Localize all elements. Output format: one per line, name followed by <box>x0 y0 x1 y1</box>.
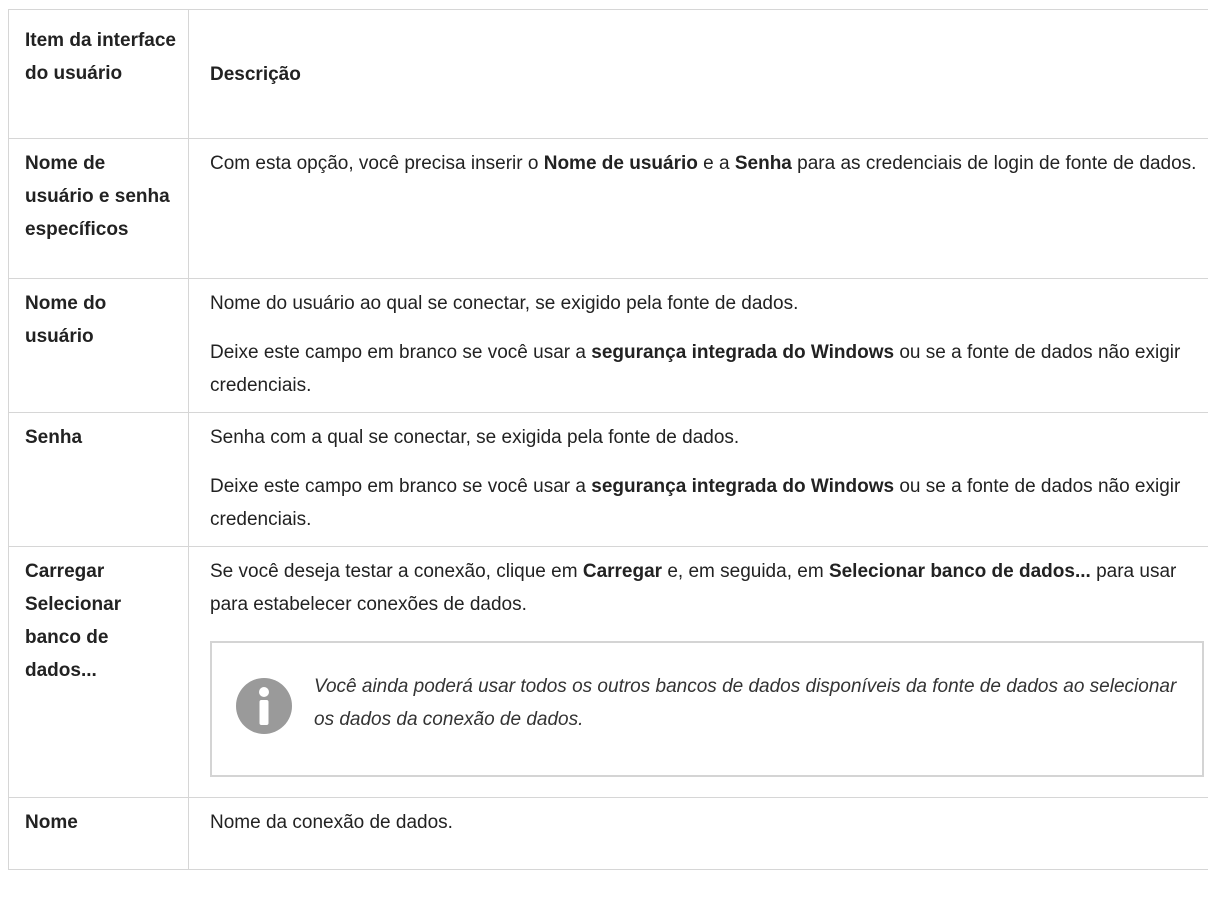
note-text: Você ainda poderá usar todos os outros b… <box>314 676 1177 730</box>
row-item-label: Senha <box>8 412 189 547</box>
note-box: Você ainda poderá usar todos os outros b… <box>210 641 1204 777</box>
description-paragraph: Senha com a qual se conectar, se exigida… <box>210 427 740 448</box>
bold-term: segurança integrada do Windows <box>591 476 895 497</box>
table-row: Senha Senha com a qual se conectar, se e… <box>8 412 1208 547</box>
text-run: Com esta opção, você precisa inserir o <box>210 153 544 174</box>
description-paragraph: Nome da conexão de dados. <box>210 812 453 833</box>
text-run: Deixe este campo em branco se você usar … <box>210 476 592 497</box>
table-row: Nome de usuário e senha específicos Com … <box>8 138 1208 279</box>
ui-items-table: Item da interface do usuário Descrição N… <box>8 9 1208 870</box>
bold-term: Selecionar banco de dados... <box>828 561 1091 582</box>
description-paragraph: Com esta opção, você precisa inserir o N… <box>210 147 1208 180</box>
header-item-column: Item da interface do usuário <box>8 9 189 139</box>
bold-term: segurança integrada do Windows <box>591 342 895 363</box>
text-run: Deixe este campo em branco se você usar … <box>210 342 592 363</box>
table-row: Nome Nome da conexão de dados. <box>8 797 1208 870</box>
text-run: Se você deseja testar a conexão, clique … <box>210 561 583 582</box>
bold-term: Senha <box>734 153 792 174</box>
table-row: Nome do usuário Nome do usuário ao qual … <box>8 278 1208 413</box>
row-description: Nome da conexão de dados. <box>188 797 1208 870</box>
header-description-column: Descrição <box>188 9 1208 139</box>
row-item-label: Nome de usuário e senha específicos <box>8 138 189 279</box>
text-run: para as credenciais de login de fonte de… <box>791 153 1197 174</box>
row-description: Se você deseja testar a conexão, clique … <box>188 546 1208 798</box>
text-run: e, em seguida, em <box>662 561 829 582</box>
row-description: Nome do usuário ao qual se conectar, se … <box>188 278 1208 413</box>
info-icon <box>236 678 292 734</box>
row-item-label: Carregar Selecionar banco de dados... <box>8 546 189 798</box>
description-paragraph: Deixe este campo em branco se você usar … <box>210 336 1208 402</box>
text-run: e a <box>697 153 735 174</box>
table-row: Carregar Selecionar banco de dados... Se… <box>8 546 1208 798</box>
table-header-row: Item da interface do usuário Descrição <box>8 9 1208 139</box>
row-item-label: Nome do usuário <box>8 278 189 413</box>
description-paragraph: Nome do usuário ao qual se conectar, se … <box>210 293 799 314</box>
bold-term: Nome de usuário <box>543 153 698 174</box>
row-description: Senha com a qual se conectar, se exigida… <box>188 412 1208 547</box>
description-paragraph: Se você deseja testar a conexão, clique … <box>210 555 1208 621</box>
row-description: Com esta opção, você precisa inserir o N… <box>188 138 1208 279</box>
bold-term: Carregar <box>582 561 663 582</box>
row-item-label: Nome <box>8 797 189 870</box>
description-paragraph: Deixe este campo em branco se você usar … <box>210 470 1208 536</box>
